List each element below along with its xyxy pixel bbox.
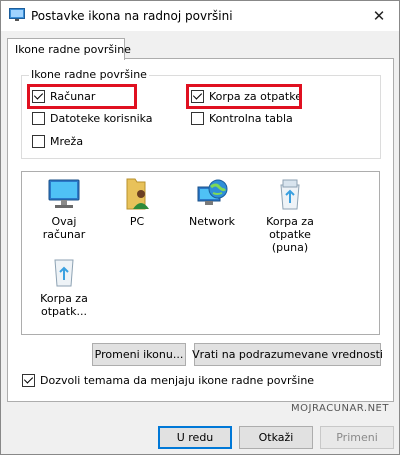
icon-item-recycle-full[interactable]: Korpa za otpatke (puna) — [252, 177, 328, 254]
button-label: Vrati na podrazumevane vrednosti — [192, 348, 383, 361]
window-title: Postavke ikona na radnoj površini — [31, 9, 233, 23]
icon-label: PC — [129, 215, 145, 228]
icon-label: Korpa za otpatk... — [40, 292, 88, 318]
icon-item-computer[interactable]: Ovaj računar — [29, 177, 99, 241]
icon-item-network[interactable]: Network — [177, 177, 247, 228]
checkbox-label: Datoteke korisnika — [50, 112, 153, 125]
groupbox-legend: Ikone radne površine — [29, 68, 149, 81]
computer-icon — [48, 179, 80, 208]
close-icon: ✕ — [372, 7, 386, 25]
checkbox-box[interactable] — [191, 112, 204, 125]
icon-item-pc[interactable]: PC — [102, 177, 172, 228]
checkbox-kontrolna-tabla[interactable]: Kontrolna tabla — [191, 112, 293, 125]
icon-label: Network — [189, 215, 235, 228]
recycle-bin-full-icon — [280, 179, 300, 210]
recycle-bin-empty-icon — [54, 259, 74, 287]
cancel-button[interactable]: Otkaži — [239, 426, 313, 449]
icon-label: Korpa za otpatke (puna) — [266, 215, 314, 254]
watermark: MOJRACUNAR.NET — [291, 403, 389, 414]
button-label: Promeni ikonu... — [94, 348, 184, 361]
network-globe-icon — [197, 179, 228, 205]
checkbox-box[interactable] — [22, 374, 35, 387]
icon-item-recycle-empty[interactable]: Korpa za otpatk... — [29, 254, 99, 318]
tab-desktop-icons[interactable]: Ikone radne površine — [7, 38, 131, 60]
highlight-korpa — [186, 84, 302, 109]
icon-list[interactable]: Ovaj računar PC Network Korpa za otpatke… — [21, 171, 380, 335]
apply-button: Primeni — [320, 426, 394, 449]
ok-button[interactable]: U redu — [158, 426, 232, 449]
tab-label: Ikone radne površine — [15, 43, 131, 56]
checkbox-label: Dozvoli temama da menjaju ikone radne po… — [40, 374, 315, 387]
icon-label: Ovaj računar — [42, 215, 86, 241]
button-label: Primeni — [336, 431, 378, 444]
checkbox-allow-themes[interactable]: Dozvoli temama da menjaju ikone radne po… — [22, 374, 314, 387]
checkbox-label: Kontrolna tabla — [209, 112, 293, 125]
checkbox-mreza[interactable]: Mreža — [32, 135, 83, 148]
highlight-racunar — [27, 84, 137, 109]
checkbox-box[interactable] — [32, 135, 45, 148]
change-icon-button[interactable]: Promeni ikonu... — [92, 343, 186, 366]
checkbox-label: Mreža — [50, 135, 84, 148]
user-folder-icon — [126, 178, 149, 210]
title-bar[interactable]: Postavke ikona na radnoj površini ✕ — [1, 1, 399, 31]
button-label: U redu — [176, 431, 214, 444]
button-label: Otkaži — [258, 431, 294, 444]
desktop-settings-icon — [9, 8, 25, 22]
dialog-window: Postavke ikona na radnoj površini ✕ Ikon… — [0, 0, 400, 455]
restore-default-button[interactable]: Vrati na podrazumevane vrednosti — [192, 343, 383, 366]
checkbox-datoteke-korisnika[interactable]: Datoteke korisnika — [32, 112, 153, 125]
close-button[interactable]: ✕ — [359, 1, 399, 31]
checkbox-box[interactable] — [32, 112, 45, 125]
